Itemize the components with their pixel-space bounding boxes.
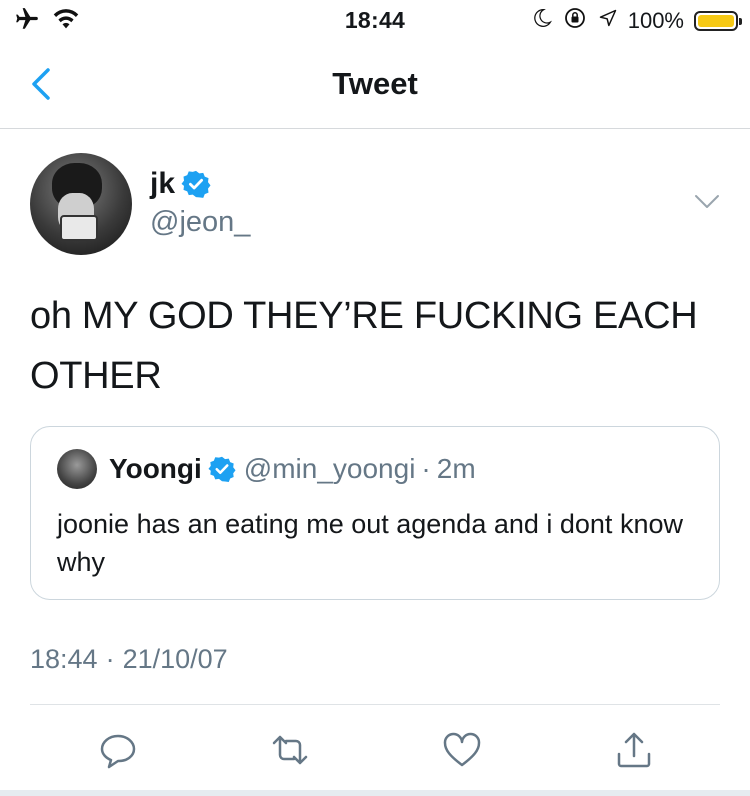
more-options-button[interactable] (692, 190, 722, 214)
quote-header: Yoongi @min_yoongi · 2m (109, 451, 476, 487)
quoted-tweet-card[interactable]: Yoongi @min_yoongi · 2m joonie has an ea… (30, 426, 720, 600)
quote-avatar (57, 449, 97, 489)
share-icon (617, 732, 651, 768)
battery-fill (698, 14, 734, 27)
retweet-button[interactable] (268, 728, 312, 772)
status-right: 100% (532, 6, 742, 35)
quote-author-handle: @min_yoongi (243, 453, 416, 484)
quote-time: 2m (436, 453, 476, 484)
action-bar (0, 722, 750, 778)
heart-icon (443, 732, 481, 767)
share-button[interactable] (612, 728, 656, 772)
location-arrow-icon (598, 7, 618, 34)
author-name[interactable]: jk (150, 166, 175, 202)
moon-icon (532, 7, 552, 34)
avatar[interactable] (30, 153, 132, 255)
retweet-icon (272, 735, 308, 765)
like-button[interactable] (440, 728, 484, 772)
reply-button[interactable] (96, 728, 140, 772)
reply-icon (100, 734, 136, 769)
tweet-text: oh MY GOD THEY’RE FUCKING EACH OTHER (30, 295, 698, 397)
page-title: Tweet (332, 66, 418, 101)
timestamp-time: 18:44 (30, 644, 98, 674)
verified-badge-icon (181, 170, 211, 198)
verified-badge-icon (208, 456, 236, 482)
quote-text: joonie has an eating me out agenda and i… (57, 509, 683, 577)
battery-percent: 100% (627, 7, 684, 33)
author-block: jk @jeon_ (150, 166, 250, 240)
quote-author-name: Yoongi (109, 453, 202, 484)
timestamp-separator: · (105, 644, 115, 674)
nav-bar: Tweet (0, 40, 750, 129)
chevron-down-icon (695, 195, 719, 208)
battery-cap (739, 17, 742, 25)
status-bar: 18:44 100% (0, 0, 750, 40)
orientation-lock-icon (562, 6, 588, 35)
author-handle[interactable]: @jeon_ (150, 204, 250, 240)
divider (30, 704, 720, 705)
timestamp-date: 21/10/07 (122, 644, 228, 674)
quote-separator: · (421, 453, 431, 484)
battery-icon (694, 10, 742, 31)
author-name-row: jk (150, 166, 250, 202)
tweet-timestamp: 18:44 · 21/10/07 (30, 644, 228, 675)
bottom-edge (0, 790, 750, 796)
